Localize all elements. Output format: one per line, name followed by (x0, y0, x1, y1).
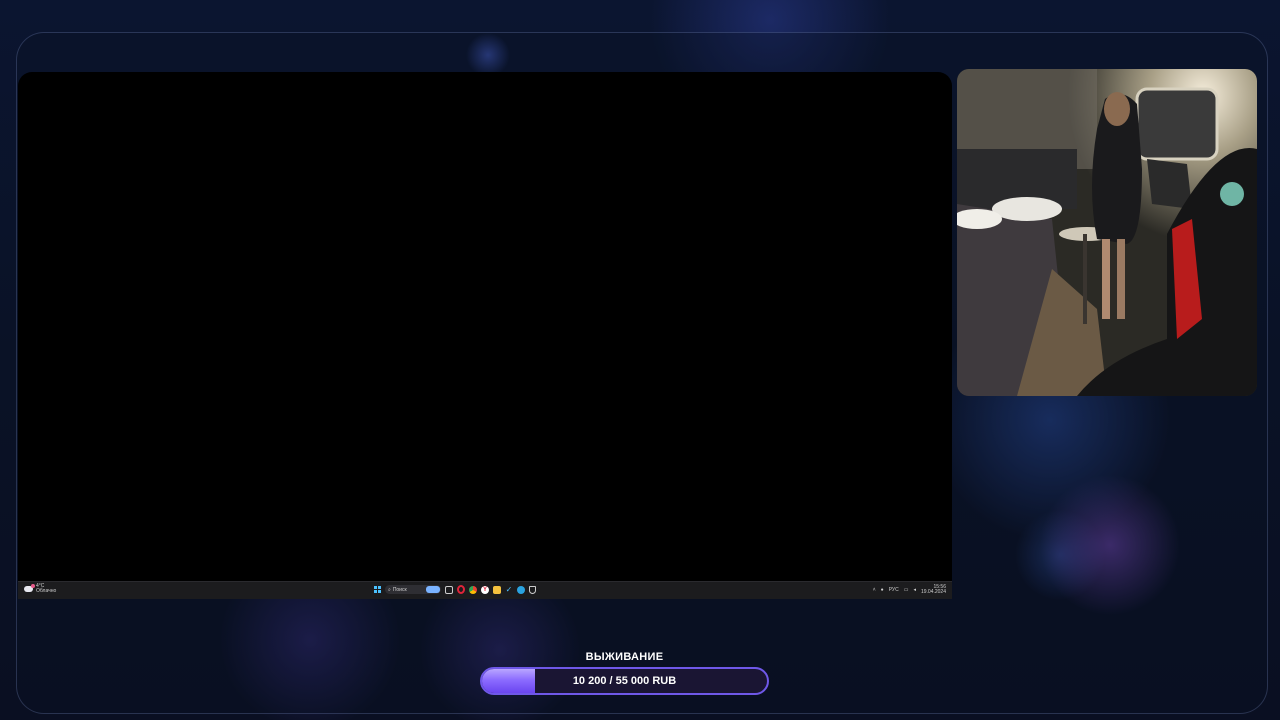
weather-cloud-icon (24, 584, 35, 592)
taskbar-search[interactable]: ⌕ Поиск (385, 585, 441, 594)
search-highlight-icon (426, 586, 440, 593)
search-placeholder: Поиск (392, 586, 407, 593)
goal-title: ВЫЖИВАНИЕ (585, 651, 664, 663)
weather-widget[interactable]: 4°C Облачно (24, 584, 56, 594)
goal-progress-text: 10 200 / 55 000 RUB (572, 675, 677, 687)
shield-app-icon[interactable] (529, 585, 536, 594)
volume-icon[interactable]: ◂ (913, 587, 916, 593)
opera-icon[interactable] (457, 585, 465, 594)
taskbar-center: ⌕ Поиск Y ✓ (374, 585, 536, 594)
telegram-icon[interactable] (517, 585, 525, 594)
chevron-up-icon[interactable]: ˄ (873, 587, 876, 593)
start-icon[interactable] (374, 586, 381, 593)
search-icon: ⌕ (388, 586, 391, 593)
capture-screen (18, 72, 952, 581)
clock-date: 19.04.2024 (920, 589, 946, 595)
webcam-feed (957, 69, 1257, 396)
goal-progress-bar: 10 200 / 55 000 RUB (480, 667, 769, 695)
chrome-icon[interactable] (469, 585, 477, 594)
display-icon[interactable]: ▭ (904, 587, 909, 593)
webcam-image (957, 69, 1257, 396)
windows-taskbar: 4°C Облачно ⌕ Поиск Y ✓ ˄ ● РУС ▭ ◂ 15:5… (18, 581, 952, 599)
file-explorer-icon[interactable] (493, 585, 501, 594)
checkmark-app-icon[interactable]: ✓ (505, 585, 513, 594)
task-view-icon[interactable] (445, 585, 453, 594)
yandex-browser-icon[interactable]: Y (481, 585, 489, 594)
weather-desc: Облачно (36, 588, 57, 594)
taskbar-clock[interactable]: 15:56 19.04.2024 (921, 585, 946, 595)
language-indicator[interactable]: РУС (889, 587, 899, 593)
microphone-icon[interactable]: ● (881, 587, 884, 593)
system-tray: ˄ ● РУС ▭ ◂ 15:56 19.04.2024 (873, 585, 946, 595)
